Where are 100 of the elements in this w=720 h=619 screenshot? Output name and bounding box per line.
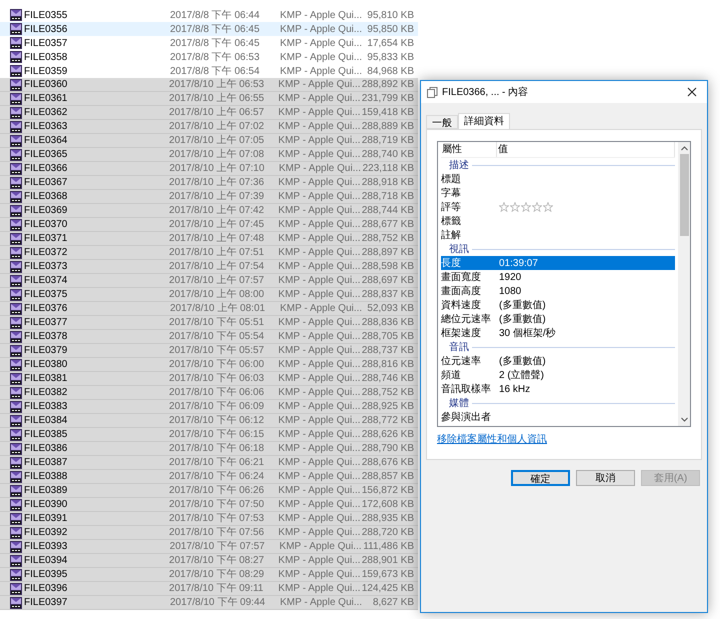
file-row[interactable]: FILE0385 2017/8/10 下午 06:15 KMP - Apple Qui...288,626 KB <box>0 428 418 442</box>
star-icon[interactable] <box>521 202 531 212</box>
star-rating[interactable] <box>499 202 553 212</box>
property-row[interactable]: 框架速度 30 個框架/秒 <box>441 326 675 340</box>
file-row[interactable]: FILE0395 2017/8/10 下午 08:29 KMP - Apple Qui...159,673 KB <box>0 568 418 582</box>
file-name: FILE0370 <box>23 218 68 232</box>
property-name: 位元速率 <box>441 354 482 368</box>
file-row[interactable]: FILE0394 2017/8/10 下午 08:27 KMP - Apple Qui...288,901 KB <box>0 554 418 568</box>
file-row[interactable]: FILE0361 2017/8/10 上午 06:55 KMP - Apple Qui...231,799 KB <box>0 92 418 106</box>
file-type: KMP - Apple Qui... <box>278 372 362 386</box>
property-name: 資料速度 <box>441 298 482 312</box>
star-icon[interactable] <box>499 202 509 212</box>
file-row[interactable]: FILE0366 2017/8/10 上午 07:10 KMP - Apple Qui...223,118 KB <box>0 162 418 176</box>
file-row[interactable]: FILE0356 2017/8/8 下午 06:45 KMP - Apple Qui... 95,850 KB <box>0 22 418 36</box>
file-row[interactable]: FILE0377 2017/8/10 下午 05:51 KMP - Apple Qui...288,836 KB <box>0 316 418 330</box>
property-row[interactable]: 評等 <box>441 200 675 214</box>
file-row[interactable]: FILE0367 2017/8/10 上午 07:36 KMP - Apple Qui...288,918 KB <box>0 176 418 190</box>
file-date: 2017/8/10 上午 07:48 <box>169 232 266 246</box>
file-size: 288,752 KB <box>362 386 414 400</box>
file-row[interactable]: FILE0370 2017/8/10 上午 07:45 KMP - Apple Qui...288,677 KB <box>0 218 418 232</box>
file-row[interactable]: FILE0371 2017/8/10 上午 07:48 KMP - Apple Qui...288,752 KB <box>0 232 418 246</box>
column-header[interactable]: 值 <box>497 142 675 157</box>
file-date: 2017/8/10 下午 06:12 <box>169 414 266 428</box>
file-size: 95,833 KB <box>366 50 414 64</box>
property-row[interactable]: 參與演出者 <box>441 410 675 424</box>
property-row[interactable]: 標題 <box>441 172 675 186</box>
property-row[interactable]: 畫面高度 1080 <box>441 284 675 298</box>
file-type: KMP - Apple Qui... <box>278 400 362 414</box>
video-file-icon <box>10 218 22 230</box>
file-row[interactable]: FILE0374 2017/8/10 上午 07:57 KMP - Apple Qui...288,697 KB <box>0 274 418 288</box>
property-row[interactable]: 長度 01:39:07 <box>441 256 675 270</box>
video-file-icon <box>10 134 22 146</box>
tab[interactable]: 一般 <box>426 115 458 129</box>
file-row[interactable]: FILE0388 2017/8/10 下午 06:24 KMP - Apple Qui...288,857 KB <box>0 470 418 484</box>
property-row[interactable]: 資料速度 (多重數值) <box>441 298 675 312</box>
file-row[interactable]: FILE0369 2017/8/10 上午 07:42 KMP - Apple Qui...288,744 KB <box>0 204 418 218</box>
scroll-down-icon[interactable] <box>680 417 688 422</box>
file-row[interactable]: FILE0387 2017/8/10 下午 06:21 KMP - Apple Qui...288,676 KB <box>0 456 418 470</box>
property-value: (多重數值) <box>499 312 546 326</box>
file-row[interactable]: FILE0381 2017/8/10 下午 06:03 KMP - Apple Qui...288,746 KB <box>0 372 418 386</box>
file-row[interactable]: FILE0391 2017/8/10 下午 07:53 KMP - Apple Qui...288,935 KB <box>0 512 418 526</box>
file-row[interactable]: FILE0386 2017/8/10 下午 06:18 KMP - Apple Qui...288,790 KB <box>0 442 418 456</box>
file-type: KMP - Apple Qui... <box>280 36 364 50</box>
file-name: FILE0368 <box>23 190 68 204</box>
file-row[interactable]: FILE0389 2017/8/10 下午 06:26 KMP - Apple Qui...156,872 KB <box>0 484 418 498</box>
file-row[interactable]: FILE0372 2017/8/10 上午 07:51 KMP - Apple Qui...288,897 KB <box>0 246 418 260</box>
file-size: 95,810 KB <box>366 8 414 22</box>
file-row[interactable]: FILE0362 2017/8/10 上午 06:57 KMP - Apple Qui...159,418 KB <box>0 106 418 120</box>
file-row[interactable]: FILE0397 2017/8/10 下午 09:44 KMP - Apple Qui... 8,627 KB <box>0 596 418 610</box>
video-file-icon <box>10 232 22 244</box>
file-row[interactable]: FILE0396 2017/8/10 下午 09:11 KMP - Apple Qui...124,425 KB <box>0 582 418 596</box>
file-row[interactable]: FILE0368 2017/8/10 上午 07:39 KMP - Apple Qui...288,718 KB <box>0 190 418 204</box>
tab[interactable]: 詳細資料 <box>458 113 510 130</box>
column-header[interactable]: 屬性 <box>441 142 497 157</box>
property-row[interactable]: 位元速率 (多重數值) <box>441 354 675 368</box>
file-row[interactable]: FILE0383 2017/8/10 下午 06:09 KMP - Apple Qui...288,925 KB <box>0 400 418 414</box>
property-row[interactable]: 總位元速率 (多重數值) <box>441 312 675 326</box>
scrollbar[interactable] <box>678 142 690 426</box>
file-row[interactable]: FILE0379 2017/8/10 下午 05:57 KMP - Apple Qui...288,737 KB <box>0 344 418 358</box>
star-icon[interactable] <box>510 202 520 212</box>
video-file-icon <box>10 316 22 328</box>
file-row[interactable]: FILE0378 2017/8/10 下午 05:54 KMP - Apple Qui...288,705 KB <box>0 330 418 344</box>
dialog-button[interactable]: 取消 <box>576 470 635 486</box>
file-row[interactable]: FILE0364 2017/8/10 上午 07:05 KMP - Apple Qui...288,719 KB <box>0 134 418 148</box>
file-name: FILE0358 <box>23 50 68 64</box>
file-row[interactable]: FILE0384 2017/8/10 下午 06:12 KMP - Apple Qui...288,772 KB <box>0 414 418 428</box>
file-row[interactable]: FILE0382 2017/8/10 下午 06:06 KMP - Apple Qui...288,752 KB <box>0 386 418 400</box>
file-name: FILE0357 <box>23 36 68 50</box>
file-row[interactable]: FILE0363 2017/8/10 上午 07:02 KMP - Apple Qui...288,889 KB <box>0 120 418 134</box>
scroll-up-icon[interactable] <box>680 146 688 151</box>
file-row[interactable]: FILE0360 2017/8/10 上午 06:53 KMP - Apple Qui...288,892 KB <box>0 78 418 92</box>
scroll-thumb[interactable] <box>680 154 688 236</box>
property-value: 01:39:07 <box>499 256 538 270</box>
file-size: 288,740 KB <box>362 148 414 162</box>
file-row[interactable]: FILE0393 2017/8/10 下午 07:57 KMP - Apple Qui... 111,486 KB <box>0 540 418 554</box>
remove-properties-link[interactable]: 移除檔案屬性和個人資訊 <box>437 432 691 447</box>
file-size: 288,837 KB <box>362 288 414 302</box>
property-row[interactable]: 字幕 <box>441 186 675 200</box>
video-file-icon <box>10 65 22 77</box>
file-row[interactable]: FILE0392 2017/8/10 下午 07:56 KMP - Apple Qui...288,720 KB <box>0 526 418 540</box>
star-icon[interactable] <box>532 202 542 212</box>
file-name: FILE0380 <box>23 358 68 372</box>
file-type: KMP - Apple Qui... <box>278 428 362 442</box>
star-icon[interactable] <box>543 202 553 212</box>
property-row[interactable]: 標籤 <box>441 214 675 228</box>
file-date: 2017/8/10 上午 07:39 <box>169 190 266 204</box>
file-date: 2017/8/8 下午 06:44 <box>170 8 261 22</box>
file-row[interactable]: FILE0376 2017/8/10 上午 08:01 KMP - Apple Qui... 52,093 KB <box>0 302 418 316</box>
file-row[interactable]: FILE0390 2017/8/10 下午 07:50 KMP - Apple Qui...172,608 KB <box>0 498 418 512</box>
property-row[interactable]: 畫面寬度 1920 <box>441 270 675 284</box>
close-icon[interactable] <box>687 87 697 97</box>
property-row[interactable]: 音訊取樣率 16 kHz <box>441 382 675 396</box>
property-row[interactable]: 註解 <box>441 228 675 242</box>
file-row[interactable]: FILE0380 2017/8/10 下午 06:00 KMP - Apple Qui...288,816 KB <box>0 358 418 372</box>
video-file-icon <box>10 554 22 566</box>
file-row[interactable]: FILE0365 2017/8/10 上午 07:08 KMP - Apple Qui...288,740 KB <box>0 148 418 162</box>
file-row[interactable]: FILE0375 2017/8/10 上午 08:00 KMP - Apple Qui...288,837 KB <box>0 288 418 302</box>
property-row[interactable]: 頻道 2 (立體聲) <box>441 368 675 382</box>
file-row[interactable]: FILE0373 2017/8/10 上午 07:54 KMP - Apple Qui...288,598 KB <box>0 260 418 274</box>
dialog-button[interactable]: 確定 <box>511 470 570 486</box>
